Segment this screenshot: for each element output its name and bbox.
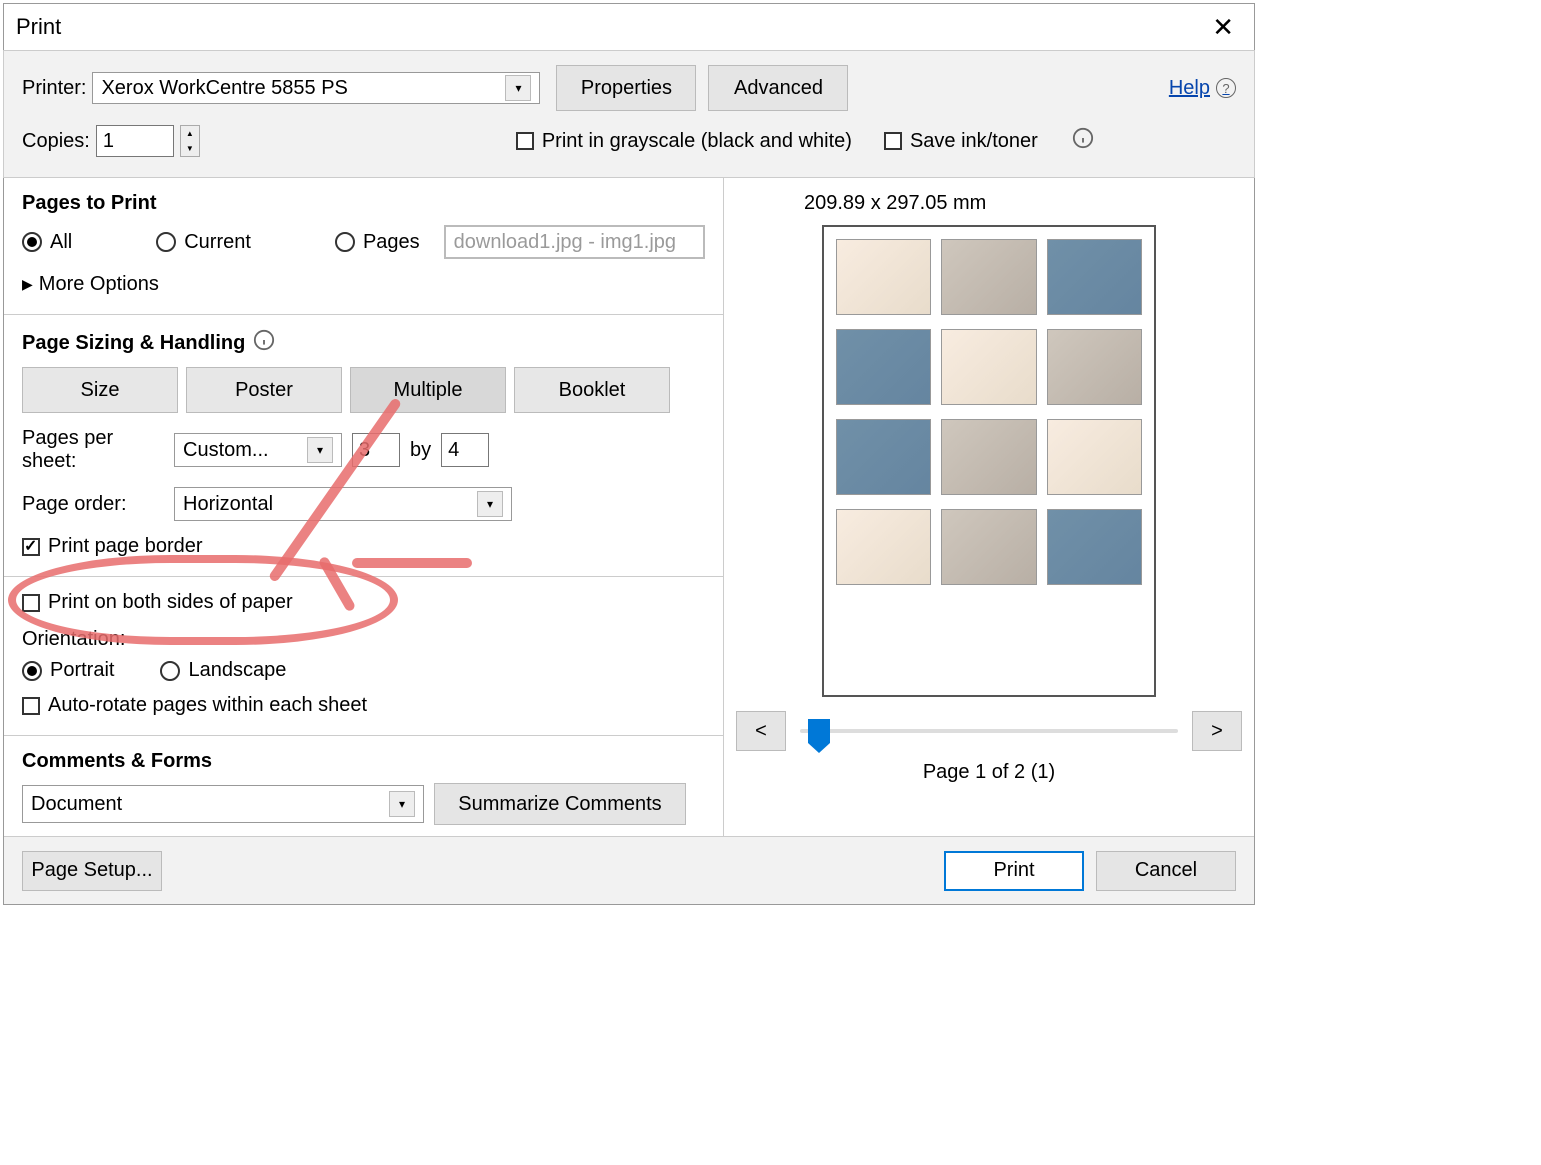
print-border-checkbox[interactable] <box>22 538 40 556</box>
duplex-checkbox[interactable] <box>22 594 40 612</box>
pages-per-sheet-select[interactable]: Custom...▾ <box>174 433 342 467</box>
duplex-label: Print on both sides of paper <box>48 591 293 614</box>
chevron-down-icon: ▾ <box>307 437 333 463</box>
comments-heading: Comments & Forms <box>22 750 705 773</box>
chevron-down-icon: ▾ <box>477 491 503 517</box>
tab-size[interactable]: Size <box>22 367 178 413</box>
footer: Page Setup... Print Cancel <box>4 836 1254 904</box>
triangle-right-icon: ▶ <box>22 276 33 293</box>
page-sizing-section: Page Sizing & Handling Size Poster Multi… <box>4 315 723 577</box>
print-border-label: Print page border <box>48 535 203 558</box>
info-icon[interactable] <box>1072 127 1094 155</box>
radio-landscape[interactable]: Landscape <box>160 659 286 682</box>
printer-label: Printer: <box>22 77 86 100</box>
chevron-down-icon: ▾ <box>505 75 531 101</box>
comments-section: Comments & Forms Document▾ Summarize Com… <box>4 736 723 843</box>
saveink-label: Save ink/toner <box>910 130 1038 153</box>
radio-portrait[interactable]: Portrait <box>22 659 114 682</box>
page-order-label: Page order: <box>22 493 164 516</box>
advanced-button[interactable]: Advanced <box>708 65 848 111</box>
preview-page <box>822 225 1156 697</box>
duplex-section: Print on both sides of paper Orientation… <box>4 577 723 736</box>
tab-multiple[interactable]: Multiple <box>350 367 506 413</box>
pages-heading: Pages to Print <box>22 192 705 215</box>
page-order-select[interactable]: Horizontal▾ <box>174 487 512 521</box>
saveink-checkbox[interactable] <box>884 132 902 150</box>
radio-pages[interactable]: Pages <box>335 231 420 254</box>
grayscale-label: Print in grayscale (black and white) <box>542 130 852 153</box>
dialog-title: Print <box>16 14 61 40</box>
autorotate-label: Auto-rotate pages within each sheet <box>48 694 367 717</box>
cols-input[interactable]: 3 <box>352 433 400 467</box>
zoom-slider[interactable] <box>800 729 1178 733</box>
printer-section: Printer: Xerox WorkCentre 5855 PS ▾ Prop… <box>3 50 1255 178</box>
print-dialog: Print ✕ Printer: Xerox WorkCentre 5855 P… <box>3 3 1255 905</box>
properties-button[interactable]: Properties <box>556 65 696 111</box>
by-label: by <box>410 439 431 462</box>
rows-input[interactable]: 4 <box>441 433 489 467</box>
page-range-input[interactable]: download1.jpg - img1.jpg <box>444 225 705 259</box>
chevron-down-icon: ▾ <box>389 791 415 817</box>
summarize-comments-button[interactable]: Summarize Comments <box>434 783 686 825</box>
printer-select[interactable]: Xerox WorkCentre 5855 PS ▾ <box>92 72 540 104</box>
info-icon[interactable] <box>253 329 275 357</box>
pages-per-sheet-label: Pages per sheet: <box>22 427 164 473</box>
next-page-button[interactable]: > <box>1192 711 1242 751</box>
slider-handle[interactable] <box>808 719 830 743</box>
question-icon: ? <box>1216 78 1236 98</box>
prev-page-button[interactable]: < <box>736 711 786 751</box>
more-options-toggle[interactable]: ▶ More Options <box>22 273 705 296</box>
help-link[interactable]: Help ? <box>1169 77 1236 100</box>
close-icon[interactable]: ✕ <box>1204 8 1242 47</box>
comments-select[interactable]: Document▾ <box>22 785 424 823</box>
copies-label: Copies: <box>22 130 90 153</box>
page-indicator: Page 1 of 2 (1) <box>923 761 1055 784</box>
printer-value: Xerox WorkCentre 5855 PS <box>101 77 347 100</box>
copies-input[interactable]: 1 <box>96 125 174 157</box>
titlebar: Print ✕ <box>4 4 1254 50</box>
orientation-heading: Orientation: <box>22 628 705 651</box>
tab-poster[interactable]: Poster <box>186 367 342 413</box>
grayscale-checkbox[interactable] <box>516 132 534 150</box>
radio-current[interactable]: Current <box>156 231 251 254</box>
page-setup-button[interactable]: Page Setup... <box>22 851 162 891</box>
cancel-button[interactable]: Cancel <box>1096 851 1236 891</box>
settings-panel: Pages to Print All Current Pages downloa… <box>4 178 724 842</box>
preview-panel: 209.89 x 297.05 mm < > Page 1 of 2 (1) <box>724 178 1254 842</box>
print-button[interactable]: Print <box>944 851 1084 891</box>
tab-booklet[interactable]: Booklet <box>514 367 670 413</box>
autorotate-checkbox[interactable] <box>22 697 40 715</box>
copies-spinner[interactable]: ▲▼ <box>180 125 200 157</box>
preview-dimensions: 209.89 x 297.05 mm <box>804 192 986 215</box>
sizing-heading: Page Sizing & Handling <box>22 332 245 355</box>
pages-to-print-section: Pages to Print All Current Pages downloa… <box>4 178 723 315</box>
radio-all[interactable]: All <box>22 231 72 254</box>
